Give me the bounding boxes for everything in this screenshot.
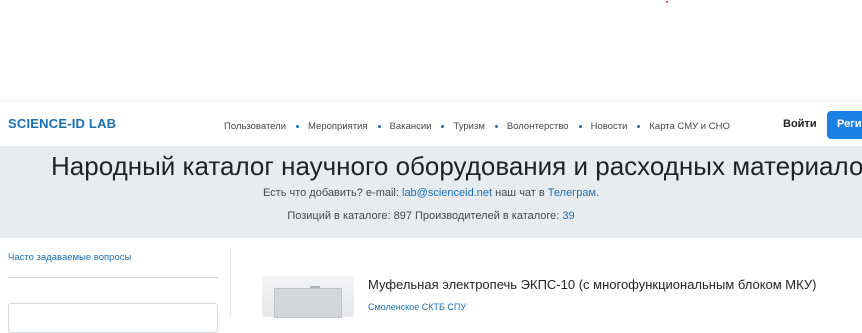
sidebar: Часто задаваемые вопросы [0,238,230,333]
nav-link-events[interactable]: Мероприятия [308,121,368,132]
makers-count-link[interactable]: 39 [562,210,574,222]
login-link[interactable]: Войти [783,118,817,130]
nav-link-vacancies[interactable]: Вакансии [390,121,432,132]
nav-link-map[interactable]: Карта СМУ и СНО [649,121,729,132]
nav-dot-icon [637,124,641,128]
sidebar-filter-box[interactable] [8,303,218,333]
telegram-link[interactable]: Телеграм [548,187,596,199]
nav-link-news[interactable]: Новости [591,121,628,132]
nav-link-volunteering[interactable]: Волонтерство [507,121,569,132]
red-dot-marker [666,1,668,3]
nav-dot-icon [494,124,498,128]
product-image[interactable] [262,276,354,318]
nav-links: Пользователи Мероприятия Вакансии Туризм… [224,119,730,133]
nav-dot-icon [377,124,381,128]
email-link[interactable]: lab@scienceid.net [402,187,492,199]
nav-dot-icon [296,124,300,128]
contact-suffix: . [596,187,600,199]
nav-link-tourism[interactable]: Туризм [453,121,484,132]
register-button[interactable]: Регистрация [827,111,862,139]
contact-prefix: Есть что добавить? e-mail: [262,187,402,199]
nav-dot-icon [578,124,582,128]
contact-middle: наш чат в [492,187,548,199]
product-title-link[interactable]: Муфельная электропечь ЭКПС-10 (с многофу… [368,277,816,292]
nav-link-users[interactable]: Пользователи [224,121,286,132]
items-label: Позиций в каталоге: [287,210,394,222]
brand-logo[interactable]: SCIENCE-ID LAB [8,116,116,131]
nav-dot-icon [441,124,445,128]
page-title: Народный каталог научного оборудования и… [51,151,862,181]
hero-banner: Народный каталог научного оборудования и… [0,146,862,238]
items-count: 897 [393,210,412,222]
catalog-stats: Позиций в каталоге: 897 Производителей в… [0,210,862,222]
sidebar-divider [8,277,218,278]
product-maker-link[interactable]: Смоленское СКТБ СПУ [368,302,466,312]
contact-line: Есть что добавить? e-mail: lab@scienceid… [0,187,862,199]
faq-link[interactable]: Часто задаваемые вопросы [8,252,131,263]
navbar: SCIENCE-ID LAB Пользователи Мероприятия … [0,100,862,146]
makers-label: Производителей в каталоге: [415,210,563,222]
furnace-body-icon [274,288,342,318]
content-divider [230,250,231,317]
top-blank-area [0,0,862,100]
